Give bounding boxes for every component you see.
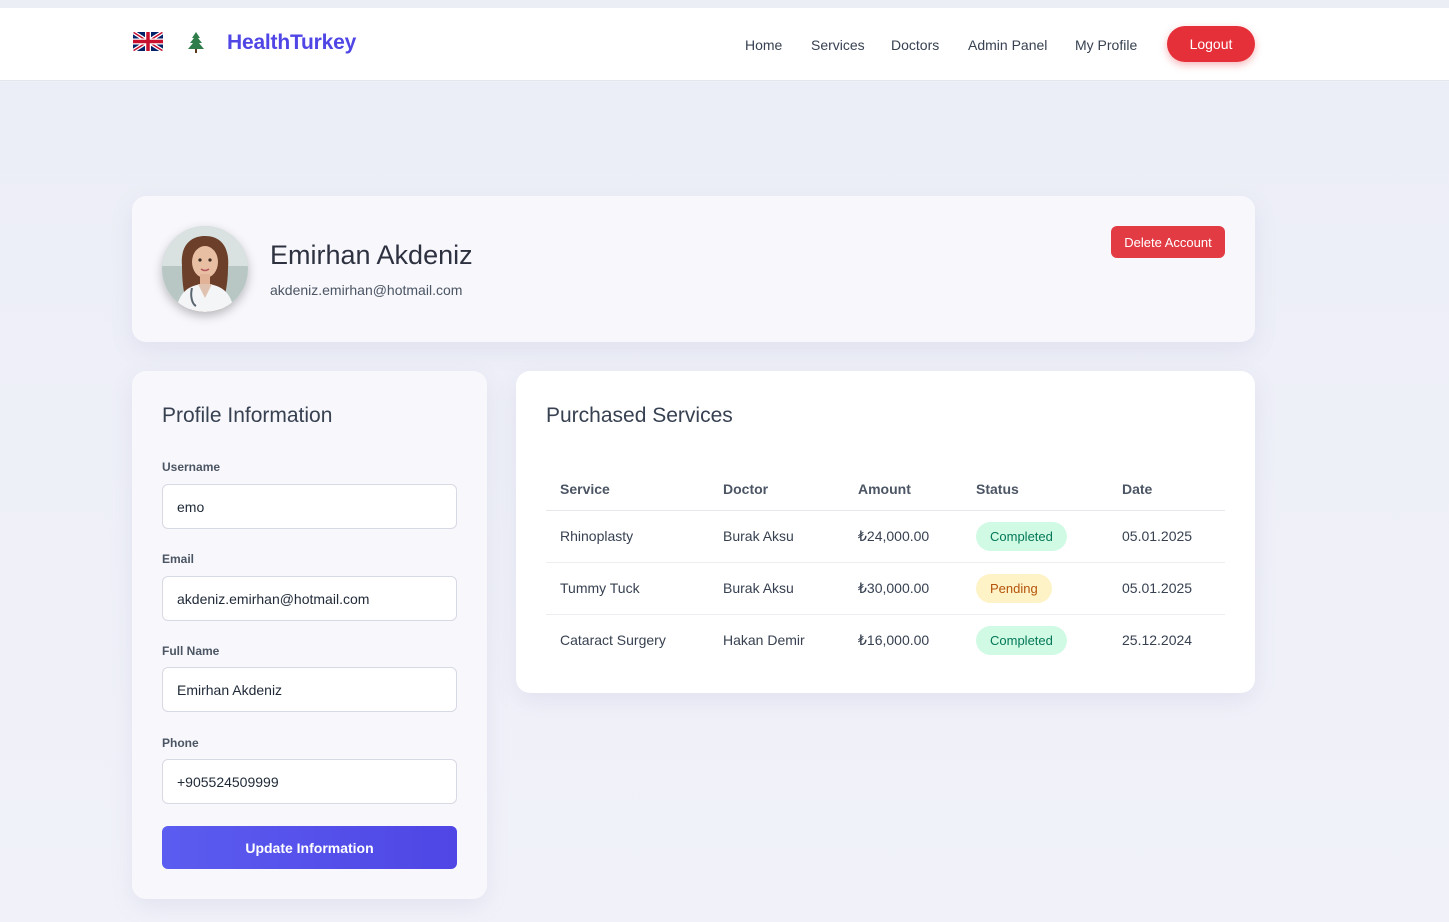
- full-name-label: Full Name: [162, 644, 220, 658]
- cell-doctor: Burak Aksu: [709, 510, 844, 563]
- cell-date: 05.01.2025: [1108, 562, 1225, 615]
- column-header-date: Date: [1108, 468, 1225, 511]
- profile-email: akdeniz.emirhan@hotmail.com: [270, 282, 463, 298]
- table-row: Tummy Tuck Burak Aksu ₺30,000.00 Pending…: [546, 562, 1225, 615]
- cell-amount: ₺16,000.00: [858, 631, 930, 648]
- brand-logo-text[interactable]: HealthTurkey: [227, 31, 356, 55]
- email-field[interactable]: [162, 576, 457, 621]
- top-strip: [0, 0, 1449, 8]
- cell-service: Tummy Tuck: [546, 562, 709, 615]
- column-header-doctor: Doctor: [709, 468, 844, 511]
- nav-services[interactable]: Services: [811, 37, 865, 53]
- profile-info-title: Profile Information: [162, 404, 333, 427]
- full-name-field[interactable]: [162, 667, 457, 712]
- update-information-button[interactable]: Update Information: [162, 826, 457, 869]
- tree-icon: [184, 30, 208, 54]
- cell-status: Pending: [962, 562, 1108, 615]
- table-row: Cataract Surgery Hakan Demir ₺16,000.00 …: [546, 614, 1225, 666]
- nav-admin-panel[interactable]: Admin Panel: [968, 37, 1047, 53]
- cell-doctor: Hakan Demir: [723, 632, 805, 649]
- status-badge: Completed: [976, 625, 1067, 655]
- uk-flag-icon[interactable]: [133, 32, 163, 51]
- profile-header-card: Emirhan Akdeniz akdeniz.emirhan@hotmail.…: [132, 196, 1255, 342]
- nav-my-profile[interactable]: My Profile: [1075, 37, 1137, 53]
- cell-date: 05.01.2025: [1108, 510, 1225, 563]
- cell-status: Completed: [962, 614, 1108, 666]
- profile-info-card: Profile Information Username Email Full …: [132, 371, 487, 899]
- table-header-row: Service Doctor Amount Status Date: [546, 468, 1225, 511]
- purchased-services-card: Purchased Services Service Doctor Amount…: [516, 371, 1255, 693]
- column-header-service: Service: [546, 468, 709, 511]
- email-label: Email: [162, 552, 195, 566]
- purchased-services-title: Purchased Services: [546, 404, 733, 427]
- cell-amount: ₺30,000.00: [844, 562, 962, 615]
- cell-service: Rhinoplasty: [546, 510, 709, 563]
- profile-name: Emirhan Akdeniz: [270, 240, 473, 270]
- phone-field[interactable]: [162, 759, 457, 804]
- cell-doctor: Burak Aksu: [709, 562, 844, 615]
- table-row: Rhinoplasty Burak Aksu ₺24,000.00 Comple…: [546, 510, 1225, 563]
- username-label: Username: [162, 460, 221, 474]
- nav-doctors[interactable]: Doctors: [891, 37, 939, 53]
- cell-status: Completed: [962, 510, 1108, 563]
- nav-home[interactable]: Home: [745, 37, 782, 53]
- cell-amount: ₺24,000.00: [844, 510, 962, 563]
- status-badge: Pending: [976, 573, 1052, 603]
- cell-service: Cataract Surgery: [560, 632, 666, 649]
- navbar: HealthTurkey Home Services Doctors Admin…: [0, 8, 1449, 81]
- status-badge: Completed: [976, 521, 1067, 551]
- avatar: [162, 226, 248, 312]
- services-table: Service Doctor Amount Status Date Rhinop…: [546, 468, 1225, 666]
- column-header-status: Status: [962, 468, 1108, 511]
- logout-button[interactable]: Logout: [1167, 26, 1255, 62]
- column-header-amount: Amount: [844, 468, 962, 511]
- delete-account-button[interactable]: Delete Account: [1111, 226, 1225, 258]
- phone-label: Phone: [162, 736, 199, 750]
- cell-date: 25.12.2024: [1122, 632, 1193, 649]
- username-field[interactable]: [162, 484, 457, 529]
